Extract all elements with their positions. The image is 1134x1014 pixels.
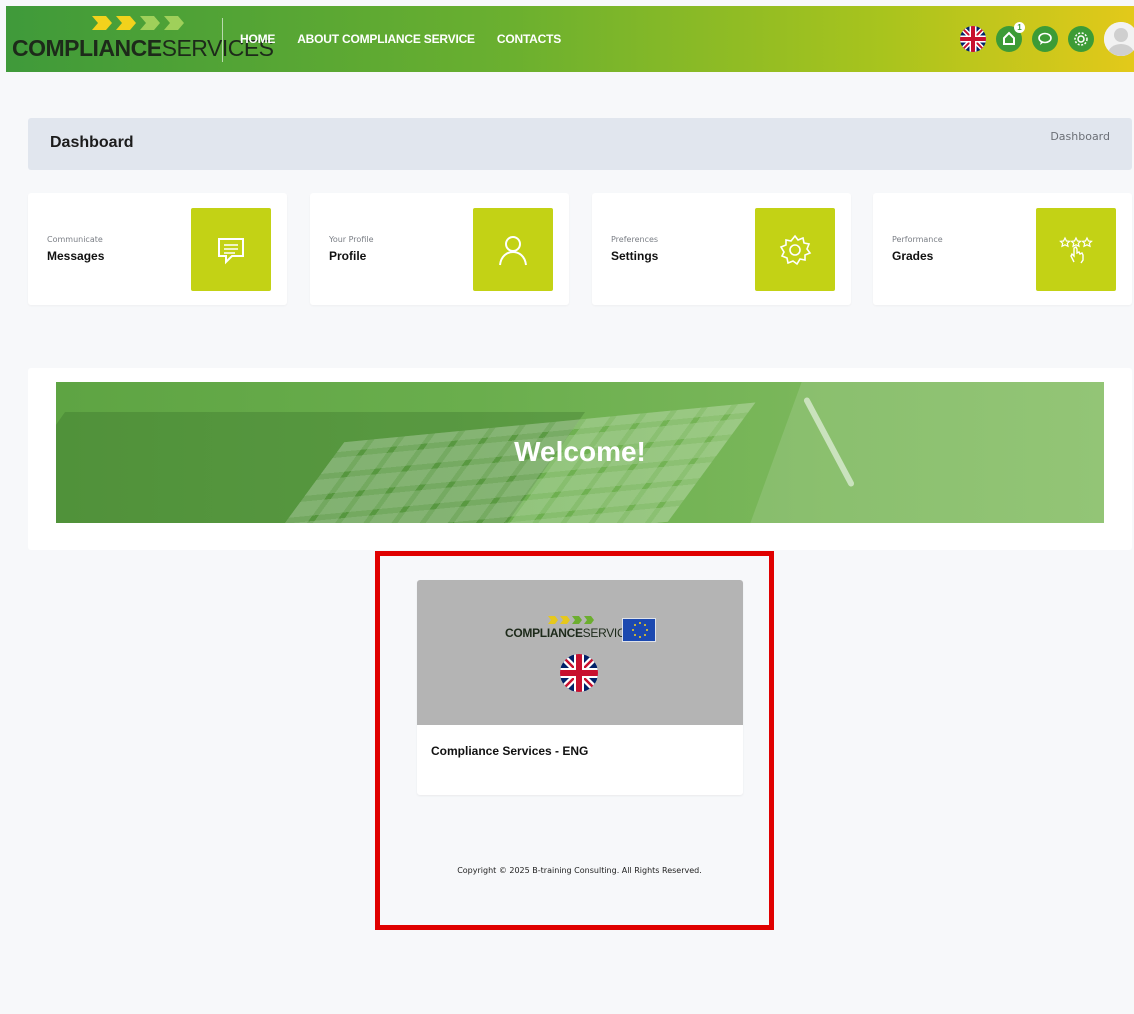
- nav-home-link[interactable]: HOME: [240, 32, 275, 46]
- main-nav: HOME ABOUT COMPLIANCE SERVICE CONTACTS: [240, 6, 561, 72]
- nav-actions: 1: [960, 6, 1134, 72]
- card-grades[interactable]: Performance Grades: [873, 193, 1132, 305]
- user-icon[interactable]: [473, 208, 553, 291]
- card-caption: Preferences: [611, 235, 659, 244]
- page-title: Dashboard: [50, 134, 134, 151]
- settings-gear-icon[interactable]: [1068, 26, 1094, 52]
- course-title[interactable]: Compliance Services - ENG: [431, 744, 588, 758]
- card-caption: Performance: [892, 235, 943, 244]
- logo-arrows: [92, 16, 184, 30]
- brand-logo[interactable]: COMPLIANCESERVICES: [6, 6, 274, 72]
- chat-icon[interactable]: [1032, 26, 1058, 52]
- breadcrumb-current[interactable]: Dashboard: [1050, 130, 1110, 143]
- top-navbar: COMPLIANCESERVICES HOME ABOUT COMPLIANCE…: [6, 6, 1134, 72]
- eu-flag-icon: [622, 618, 656, 642]
- nav-contacts-link[interactable]: CONTACTS: [497, 32, 561, 46]
- message-icon[interactable]: [191, 208, 271, 291]
- card-profile[interactable]: Your Profile Profile: [310, 193, 569, 305]
- card-label: Messages: [47, 249, 105, 263]
- welcome-heading: Welcome!: [514, 436, 646, 467]
- course-brand-logo: COMPLIANCESERVICES: [505, 626, 641, 640]
- nav-divider: [222, 18, 223, 62]
- stars-hand-icon[interactable]: [1036, 208, 1116, 291]
- course-card[interactable]: COMPLIANCESERVICES Compliance Services -…: [417, 580, 743, 795]
- card-settings[interactable]: Preferences Settings: [592, 193, 851, 305]
- card-caption: Communicate: [47, 235, 103, 244]
- uk-flag-icon: [560, 654, 598, 692]
- welcome-banner: Welcome!: [56, 382, 1104, 523]
- course-thumbnail[interactable]: COMPLIANCESERVICES: [417, 580, 743, 725]
- user-avatar[interactable]: [1104, 22, 1134, 56]
- card-caption: Your Profile: [329, 235, 374, 244]
- footer-copyright: Copyright © 2025 B-training Consulting. …: [457, 866, 702, 875]
- breadcrumb-bar: Dashboard Dashboard: [28, 118, 1132, 170]
- card-messages[interactable]: Communicate Messages: [28, 193, 287, 305]
- card-label: Profile: [329, 249, 367, 263]
- notification-badge: 1: [1014, 22, 1025, 33]
- gear-icon[interactable]: [755, 208, 835, 291]
- nav-about-link[interactable]: ABOUT COMPLIANCE SERVICE: [297, 32, 475, 46]
- welcome-panel: Welcome!: [28, 368, 1132, 550]
- uk-flag-icon[interactable]: [960, 26, 986, 52]
- notifications-icon[interactable]: 1: [996, 22, 1025, 52]
- card-label: Grades: [892, 249, 934, 263]
- card-label: Settings: [611, 249, 659, 263]
- brand-wordmark: COMPLIANCESERVICES: [12, 35, 274, 61]
